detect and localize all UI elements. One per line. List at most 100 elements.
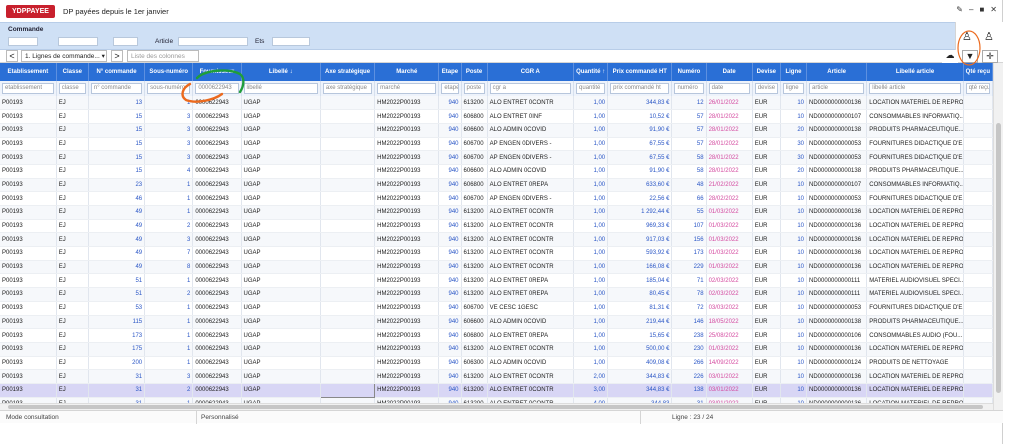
filter-icon[interactable]: ▼ — [962, 50, 978, 63]
cell-classe: EJ — [56, 232, 89, 248]
column-header-poste[interactable]: Poste — [461, 63, 488, 81]
cell-poste: 613200 — [461, 287, 488, 302]
column-header-classe[interactable]: Classe — [56, 63, 89, 81]
filter-input-qte[interactable]: quantité — [576, 83, 606, 94]
table-row[interactable]: P00193 EJ 15 3 0000622943 UGAP HM2022P00193 940… — [0, 150, 993, 165]
filter-input-article[interactable]: article — [809, 83, 865, 94]
column-header-libelle[interactable]: Libellé ↓ — [241, 63, 321, 81]
column-header-ligne[interactable]: Ligne — [780, 63, 808, 81]
column-header-ncmd[interactable]: N° commande — [88, 63, 146, 81]
cell-sousnum: 1 — [144, 96, 194, 111]
filter-input-marche[interactable]: marché — [377, 83, 437, 94]
cell-ncmd: 173 — [88, 328, 146, 343]
column-header-etape[interactable]: Etape — [438, 63, 462, 81]
filter-input-prix[interactable]: prix commandé ht — [610, 83, 670, 94]
cell-date: 28/01/2022 — [706, 150, 753, 165]
cell-article: ND0000000000138 — [806, 164, 868, 179]
cell-date: 14/09/2022 — [706, 356, 753, 371]
user-settings-icon[interactable]: ♙ — [984, 30, 994, 43]
filter-input-numero[interactable]: numéro — [674, 83, 704, 94]
column-search-input[interactable]: Liste des colonnes — [127, 50, 199, 62]
filter-input-libart[interactable]: libellé article — [869, 83, 961, 94]
table-row[interactable]: P00193 EJ 15 3 0000622943 UGAP HM2022P00193 940… — [0, 123, 993, 138]
filter-input-etab[interactable]: etablissement — [2, 83, 54, 94]
filter-input-date[interactable]: date — [708, 83, 750, 94]
horizontal-scrollbar[interactable] — [0, 403, 993, 410]
vertical-scrollbar[interactable] — [993, 63, 1003, 410]
column-header-qterecu[interactable]: Qté reçu — [963, 63, 993, 81]
cell-ncmd: 49 — [88, 219, 146, 234]
view-select[interactable]: 1. Lignes de commande... ▾ — [21, 50, 107, 62]
table-row[interactable]: P00193 EJ 53 1 0000622943 UGAP HM2022P00193 940… — [0, 301, 993, 316]
ets-field[interactable] — [272, 37, 310, 46]
horizontal-scroll-thumb[interactable] — [8, 405, 983, 409]
cell-qterecu — [963, 150, 993, 165]
table-row[interactable]: P00193 EJ 49 3 0000622943 UGAP HM2022P00193 940… — [0, 232, 993, 248]
table-row[interactable]: P00193 EJ 173 1 0000622943 UGAP HM2022P00193 94… — [0, 328, 993, 343]
column-header-numero[interactable]: Numéro — [671, 63, 707, 81]
cloud-download-icon[interactable]: ☁ — [942, 50, 958, 63]
column-header-prix[interactable]: Prix commandé HT — [607, 63, 673, 81]
cell-etab: P00193 — [0, 164, 57, 179]
table-row[interactable]: P00193 EJ 49 7 0000622943 UGAP HM2022P00193 940… — [0, 246, 993, 261]
table-row[interactable]: P00193 EJ 23 1 0000622943 UGAP HM2022P00193 940… — [0, 178, 993, 193]
table-row[interactable]: P00193 EJ 31 2 0000622943 UGAP HM2022P00193 940… — [0, 382, 993, 398]
table-row[interactable]: P00193 EJ 15 3 0000622943 UGAP HM2022P00193 940… — [0, 137, 993, 152]
table-row[interactable]: P00193 EJ 49 8 0000622943 UGAP HM2022P00193 940… — [0, 260, 993, 275]
cell-qterecu — [963, 191, 993, 206]
table-row[interactable]: P00193 EJ 49 1 0000622943 UGAP HM2022P00193 940… — [0, 205, 993, 220]
vertical-scroll-thumb[interactable] — [996, 123, 1001, 393]
close-icon[interactable]: ✕ — [990, 5, 997, 14]
table-row[interactable]: P00193 EJ 51 1 0000622943 UGAP HM2022P00193 940… — [0, 273, 993, 289]
filter-input-fourn[interactable]: 0000622943 — [195, 83, 239, 94]
commande-field-1[interactable] — [8, 37, 38, 46]
table-row[interactable]: P00193 EJ 15 3 0000622943 UGAP HM2022P00193 940… — [0, 109, 993, 124]
crosshair-icon[interactable]: ✛ — [982, 50, 998, 63]
user-search-icon[interactable]: ♙ — [962, 30, 972, 43]
column-header-qte[interactable]: Quantité ↑ — [573, 63, 609, 81]
filter-input-qterecu[interactable]: qté reçu — [965, 83, 990, 94]
table-row[interactable]: P00193 EJ 200 1 0000622943 UGAP HM2022P00193 94… — [0, 356, 993, 371]
filter-band: Commande Article Ets — [0, 22, 955, 50]
column-header-etab[interactable]: Etablissement — [0, 63, 57, 81]
cell-ncmd: 175 — [88, 342, 146, 357]
filter-input-poste[interactable]: poste — [463, 83, 485, 94]
column-header-fourn[interactable]: Fournisseur — [192, 63, 242, 81]
table-row[interactable]: P00193 EJ 49 2 0000622943 UGAP HM2022P00193 940… — [0, 219, 993, 234]
commande-field-3[interactable] — [113, 37, 138, 46]
column-header-article[interactable]: Article — [806, 63, 868, 81]
next-view-button[interactable]: > — [111, 50, 123, 62]
table-row[interactable]: P00193 EJ 175 1 0000622943 UGAP HM2022P00193 94… — [0, 342, 993, 357]
table-row[interactable]: P00193 EJ 31 3 0000622943 UGAP HM2022P00193 940… — [0, 369, 993, 384]
article-field[interactable] — [178, 37, 248, 46]
column-header-axe[interactable]: Axe stratégique — [320, 63, 376, 81]
filter-input-axe[interactable]: axe stratégique — [322, 83, 373, 94]
filter-input-ligne[interactable]: ligne — [782, 83, 805, 94]
filter-input-sousnum[interactable]: sous-numéro — [147, 83, 191, 94]
edit-icon[interactable]: ✎ — [956, 5, 963, 14]
filter-input-ncmd[interactable]: n° commande — [90, 83, 143, 94]
filter-input-etape[interactable]: etape — [441, 83, 459, 94]
commande-field-2[interactable] — [58, 37, 98, 46]
table-row[interactable]: P00193 EJ 15 4 0000622943 UGAP HM2022P00193 940… — [0, 164, 993, 179]
maximize-icon[interactable]: ■ — [979, 5, 984, 14]
cell-ncmd: 200 — [88, 356, 146, 371]
table-row[interactable]: P00193 EJ 13 1 0000622943 UGAP HM2022P00193 940… — [0, 96, 993, 111]
table-row[interactable]: P00193 EJ 46 1 0000622943 UGAP HM2022P00193 940… — [0, 191, 993, 206]
filter-input-classe[interactable]: classe — [58, 83, 86, 94]
cell-numero: 156 — [671, 232, 707, 248]
column-header-date[interactable]: Date — [706, 63, 753, 81]
filter-input-devise[interactable]: devise — [754, 83, 778, 94]
minimize-icon[interactable]: – — [969, 5, 973, 14]
prev-view-button[interactable]: < — [6, 50, 18, 62]
table-row[interactable]: P00193 EJ 115 1 0000622943 UGAP HM2022P00193 94… — [0, 315, 993, 330]
column-header-devise[interactable]: Devise — [752, 63, 781, 81]
cell-libart: FOURNITURES DIDACTIQUE D'E... — [866, 301, 964, 316]
column-header-libart[interactable]: Libellé article — [866, 63, 964, 81]
filter-input-cgra[interactable]: cgr a — [489, 83, 572, 94]
table-row[interactable]: P00193 EJ 51 2 0000622943 UGAP HM2022P00193 940… — [0, 287, 993, 302]
column-header-sousnum[interactable]: Sous-numéro — [144, 63, 194, 81]
column-header-marche[interactable]: Marché — [374, 63, 440, 81]
column-header-cgra[interactable]: CGR A — [487, 63, 575, 81]
filter-input-libelle[interactable]: libellé — [243, 83, 318, 94]
